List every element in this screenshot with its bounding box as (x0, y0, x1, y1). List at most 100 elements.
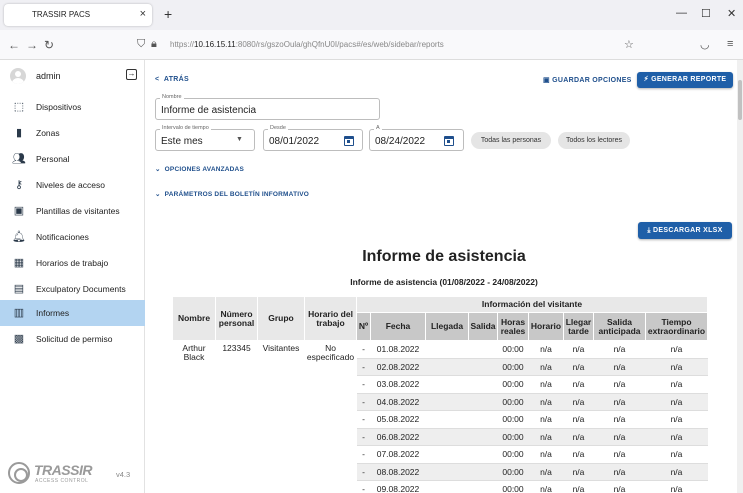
user-row: admin → (0, 60, 145, 94)
logo-subtitle: ACCESS CONTROL (35, 478, 89, 484)
cell-late: n/a (563, 480, 594, 493)
cell-date: 08.08.2022 (370, 463, 426, 481)
cell-real-hours: 00:00 (497, 445, 529, 464)
sidebar-item-notificaciones[interactable]: 🔔︎ Notificaciones (0, 224, 145, 250)
lock-icon[interactable]: 🔒︎ (151, 38, 157, 51)
sidebar-item-plantillas[interactable]: ▣ Plantillas de visitantes (0, 198, 145, 224)
page-scrollbar[interactable] (737, 60, 743, 493)
attendance-table: Nombre Número personal Grupo Horario del… (172, 296, 708, 493)
col-header-name: Nombre (172, 296, 216, 341)
sidebar-item-informes[interactable]: ▥ Informes (0, 300, 145, 326)
name-value: Informe de asistencia (161, 105, 257, 116)
minimize-icon[interactable]: — (676, 7, 687, 19)
sidebar: admin → ⬚ Dispositivos ▮ Zonas 👥︎ Person… (0, 60, 145, 493)
browser-tab[interactable]: TRASSIR PACS × (4, 4, 152, 26)
report-title: Informe de asistencia (362, 248, 526, 265)
cell-arrival (425, 358, 469, 376)
bookmark-star-icon[interactable]: ☆ (624, 38, 634, 51)
cell-overtime: n/a (645, 340, 708, 359)
interval-select[interactable]: Intervalo de tiempo Este mes ▼ (155, 125, 255, 151)
chevron-down-icon: ⌄ (155, 191, 161, 198)
cell-real-hours: 00:00 (497, 428, 529, 446)
cell-no: - (356, 410, 371, 429)
newsletter-params-toggle[interactable]: ⌄ PARÁMETROS DEL BOLETÍN INFORMATIVO (155, 190, 309, 198)
chevron-down-icon: ⌄ (155, 166, 161, 173)
sidebar-item-dispositivos[interactable]: ⬚ Dispositivos (0, 94, 145, 120)
cell-departure (468, 410, 498, 429)
url-address[interactable]: https://10.16.15.11:8080/rs/gszoOula/ghQ… (170, 40, 444, 49)
maximize-icon[interactable]: ☐ (701, 7, 711, 20)
cell-early-exit: n/a (593, 445, 646, 464)
col-header-early-exit: Salida anticipada (593, 312, 646, 341)
sidebar-item-horarios[interactable]: ▦ Horarios de trabajo (0, 250, 145, 276)
cell-date: 07.08.2022 (370, 445, 426, 464)
cell-overtime: n/a (645, 445, 708, 464)
cell-early-exit: n/a (593, 375, 646, 394)
all-people-chip[interactable]: Todas las personas (471, 132, 551, 149)
sidebar-item-label: Informes (36, 308, 70, 318)
advanced-options-toggle[interactable]: ⌄ OPCIONES AVANZADAS (155, 165, 244, 173)
shield-icon[interactable]: ⛉ (137, 38, 145, 51)
pocket-icon[interactable]: ◡ (700, 38, 710, 51)
template-icon: ▣ (13, 205, 25, 217)
col-header-schedule: Horario del trabajo (304, 296, 357, 341)
sidebar-item-niveles[interactable]: ⚷ Niveles de acceso (0, 172, 145, 198)
sidebar-item-personal[interactable]: 👥︎ Personal (0, 146, 145, 172)
name-field[interactable]: Nombre Informe de asistencia (155, 94, 380, 120)
field-legend: A (374, 125, 382, 131)
download-xlsx-button[interactable]: ⤓ DESCARGAR XLSX (638, 222, 732, 239)
scrollbar-thumb[interactable] (738, 80, 742, 120)
sidebar-item-label: Solicitud de permiso (36, 334, 113, 344)
cell-work-schedule: No especificado (306, 343, 355, 363)
cell-schedule: n/a (528, 463, 564, 481)
sidebar-item-label: Plantillas de visitantes (36, 206, 120, 216)
reload-icon[interactable]: ↻ (44, 38, 54, 52)
cell-departure (468, 358, 498, 376)
back-arrow-icon[interactable]: ← (8, 38, 20, 52)
cell-real-hours: 00:00 (497, 410, 529, 429)
cell-early-exit: n/a (593, 428, 646, 446)
from-date-field[interactable]: Desde 08/01/2022 (263, 125, 363, 151)
close-tab-icon[interactable]: × (140, 8, 146, 20)
sidebar-item-exculpatory[interactable]: ▤ Exculpatory Documents (0, 276, 145, 302)
cell-early-exit: n/a (593, 358, 646, 376)
back-button[interactable]: < ATRÁS (155, 76, 189, 83)
permission-icon: ▩ (13, 333, 25, 345)
cell-departure (468, 480, 498, 493)
cell-arrival (425, 445, 469, 464)
all-readers-chip[interactable]: Todos los lectores (558, 132, 630, 149)
cell-date: 04.08.2022 (370, 393, 426, 411)
sidebar-item-solicitud[interactable]: ▩ Solicitud de permiso (0, 326, 145, 352)
calendar-icon[interactable] (444, 136, 454, 146)
cell-late: n/a (563, 358, 594, 376)
cell-real-hours: 00:00 (497, 463, 529, 481)
cell-arrival (425, 393, 469, 411)
cell-overtime: n/a (645, 428, 708, 446)
cell-schedule: n/a (528, 340, 564, 359)
sidebar-item-zonas[interactable]: ▮ Zonas (0, 120, 145, 146)
sidebar-item-label: Horarios de trabajo (36, 258, 109, 268)
cell-arrival (425, 375, 469, 394)
cell-date: 01.08.2022 (370, 340, 426, 359)
new-tab-icon[interactable]: + (164, 6, 172, 22)
calendar-icon[interactable] (344, 136, 354, 146)
cell-late: n/a (563, 410, 594, 429)
cell-departure (468, 428, 498, 446)
menu-icon[interactable]: ≡ (727, 38, 733, 50)
cell-overtime: n/a (645, 480, 708, 493)
cell-overtime: n/a (645, 393, 708, 411)
field-legend: Intervalo de tiempo (160, 125, 211, 131)
generate-report-button[interactable]: ⚡︎ GENERAR REPORTE (637, 72, 733, 88)
to-date-field[interactable]: A 08/24/2022 (369, 125, 464, 151)
cell-personal-number: 123345 (222, 343, 251, 353)
cell-early-exit: n/a (593, 410, 646, 429)
browser-urlbar: ← → ↻ ⛉ 🔒︎ https://10.16.15.11:8080/rs/g… (0, 30, 743, 60)
cell-real-hours: 00:00 (497, 393, 529, 411)
cell-late: n/a (563, 375, 594, 394)
logout-icon[interactable]: → (126, 69, 137, 80)
close-window-icon[interactable]: ✕ (727, 7, 736, 20)
col-header-visitor-info: Información del visitante (356, 296, 708, 313)
cell-date: 05.08.2022 (370, 410, 426, 429)
save-options-button[interactable]: ▣ GUARDAR OPCIONES (543, 76, 632, 84)
forward-arrow-icon[interactable]: → (26, 38, 38, 52)
